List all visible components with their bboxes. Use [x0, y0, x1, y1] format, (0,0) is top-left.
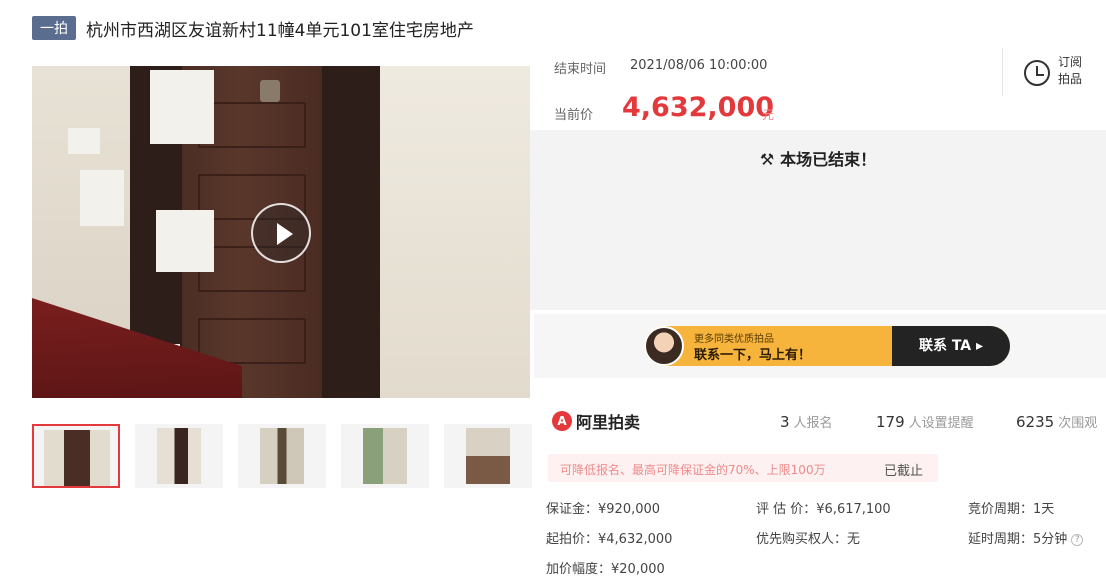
thumbnail-1[interactable]	[32, 424, 120, 488]
agent-avatar	[644, 326, 684, 366]
stat-label: 人报名	[793, 416, 833, 431]
priority-buyer-value: 优先购买权人：无	[756, 532, 861, 547]
current-price-value: 4,632,000	[622, 92, 775, 123]
current-price-row: 当前价 4,632,000 元	[554, 92, 814, 126]
thumbnail-5[interactable]	[444, 424, 532, 488]
deposit-notice: 可降低报名、最高可降保证金的70%、上限100万 已截止	[548, 454, 938, 482]
end-time-value: 2021/08/06 10:00:00	[630, 58, 768, 73]
subscribe-label: 订阅拍品	[1058, 55, 1083, 86]
thumbnail-strip	[32, 424, 532, 488]
brand-name: 阿里拍卖	[576, 413, 641, 432]
divider	[1002, 48, 1003, 96]
thumbnail-4[interactable]	[341, 424, 429, 488]
stat-registrations: 3 人报名	[780, 412, 833, 431]
end-time-label: 结束时间	[554, 62, 607, 77]
delay-cycle-value: 延时周期：5分钟	[968, 532, 1068, 547]
stat-views: 6235 次围观	[1016, 412, 1097, 431]
photo-wall-right	[372, 66, 530, 398]
thumbnail-3[interactable]	[238, 424, 326, 488]
brand: A 阿里拍卖	[552, 410, 640, 432]
stat-number: 6235	[1016, 413, 1055, 431]
brand-logo-icon: A	[552, 411, 572, 431]
contact-headline: 联系一下，马上有！	[694, 348, 812, 363]
play-icon[interactable]	[251, 203, 311, 263]
notice-status: 已截止	[884, 464, 924, 479]
contact-button[interactable]: 联系 TA ▸	[892, 326, 1010, 366]
stat-reminders: 179 人设置提醒	[876, 412, 974, 431]
auction-status-panel: ⚒ 本场已结束！	[530, 130, 1106, 310]
auction-hammer-icon: ⚒	[759, 150, 775, 169]
notice-text: 可降低报名、最高可降保证金的70%、上限100万	[560, 463, 826, 477]
price-unit: 元	[762, 108, 775, 122]
stat-number: 179	[876, 413, 905, 431]
end-time-row: 结束时间 2021/08/06 10:00:00	[554, 58, 767, 77]
contact-pill[interactable]: 更多同类优质拍品 联系一下，马上有！ 联系 TA ▸	[644, 326, 1010, 366]
thumbnail-image	[157, 428, 201, 484]
thumbnail-image	[44, 430, 110, 486]
current-price-label: 当前价	[554, 108, 594, 123]
photo-notice-paper	[156, 210, 214, 272]
thumbnail-image	[363, 428, 407, 484]
delay-cycle-row: 延时周期：5分钟?	[968, 528, 1084, 547]
photo-door-lock	[260, 80, 280, 102]
main-gallery-image[interactable]	[32, 66, 530, 398]
contact-banner: 更多同类优质拍品 联系一下，马上有！ 联系 TA ▸	[534, 314, 1106, 378]
ended-message: ⚒ 本场已结束！	[530, 146, 1106, 170]
thumbnail-image	[466, 428, 510, 484]
bid-cycle-value: 竞价周期：1天	[968, 502, 1055, 517]
stat-label: 人设置提醒	[908, 416, 974, 431]
subscribe-button[interactable]: 订阅拍品	[1024, 54, 1094, 94]
help-icon[interactable]: ?	[1071, 533, 1084, 546]
title-row: 一拍 杭州市西湖区友谊新村11幢4单元101室住宅房地产	[32, 14, 474, 42]
page-title: 杭州市西湖区友谊新村11幢4单元101室住宅房地产	[86, 20, 474, 41]
stat-number: 3	[780, 413, 790, 431]
deposit-value: 保证金：¥920,000	[546, 502, 661, 517]
thumbnail-image	[260, 428, 304, 484]
increment-value: 加价幅度：¥20,000	[546, 562, 665, 577]
contact-subtitle: 更多同类优质拍品	[694, 334, 774, 345]
ended-text: 本场已结束！	[780, 150, 877, 169]
start-price-value: 起拍价：¥4,632,000	[546, 532, 673, 547]
photo-switch	[68, 128, 100, 154]
appraisal-value: 评 估 价：¥6,617,100	[756, 502, 891, 517]
photo-door-panel	[198, 102, 306, 148]
stat-label: 次围观	[1058, 416, 1098, 431]
alarm-clock-icon	[1024, 60, 1050, 86]
photo-note	[80, 170, 124, 226]
photo-notice-paper	[150, 70, 214, 144]
auction-type-tag: 一拍	[32, 16, 76, 40]
thumbnail-2[interactable]	[135, 424, 223, 488]
